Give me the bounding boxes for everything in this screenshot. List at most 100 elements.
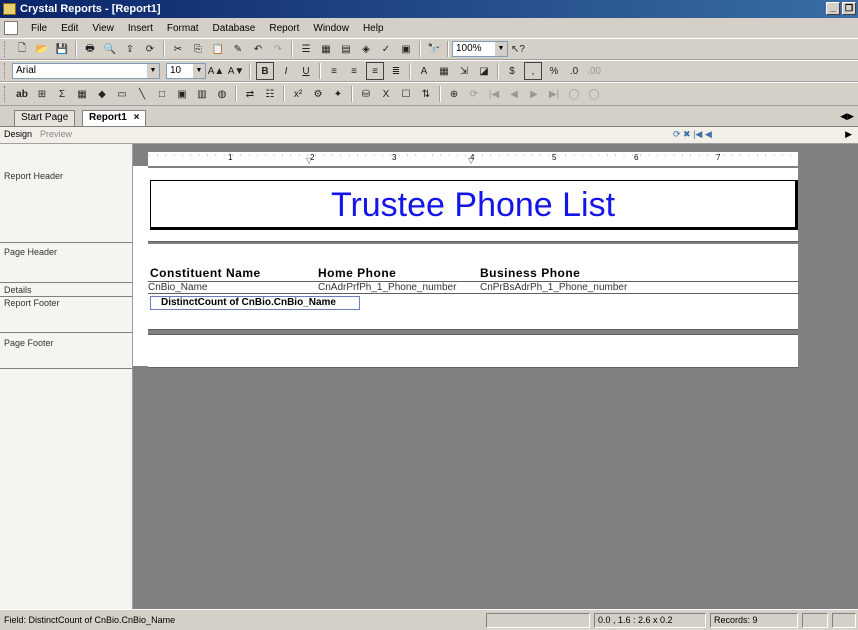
- cut-icon[interactable]: ✂: [170, 41, 186, 57]
- dependency-checker-icon[interactable]: ✓: [378, 41, 394, 57]
- previous-page-icon[interactable]: ◀: [506, 86, 522, 102]
- menu-report[interactable]: Report: [262, 23, 306, 34]
- chevron-down-icon[interactable]: ▼: [193, 64, 205, 78]
- vertical-ruler[interactable]: [133, 166, 148, 366]
- tab-start-page[interactable]: Start Page: [14, 110, 76, 126]
- format-painter-icon[interactable]: ✎: [230, 41, 246, 57]
- database-expert-icon[interactable]: ⛁: [358, 86, 374, 102]
- guide-marker-icon[interactable]: ▽: [306, 156, 312, 165]
- document-icon[interactable]: [4, 21, 18, 35]
- bold-icon[interactable]: B: [256, 62, 274, 80]
- restore-button[interactable]: ❐: [842, 2, 856, 15]
- insert-box-icon[interactable]: □: [154, 86, 170, 102]
- border-icon[interactable]: ▦: [436, 63, 452, 79]
- detail-field-home-phone[interactable]: CnAdrPrfPh_1_Phone_number: [318, 282, 456, 293]
- increase-font-icon[interactable]: A▲: [208, 63, 225, 79]
- insert-chart-icon[interactable]: ▥: [194, 86, 210, 102]
- page-header-section[interactable]: Constituent Name Home Phone Business Pho…: [148, 244, 798, 282]
- field-explorer-icon[interactable]: ▦: [318, 41, 334, 57]
- tab-report1[interactable]: Report1 ×: [82, 110, 147, 126]
- details-section[interactable]: CnBio_Name CnAdrPrfPh_1_Phone_number CnP…: [148, 282, 798, 294]
- insert-crosstab-icon[interactable]: ▦: [74, 86, 90, 102]
- print-preview-icon[interactable]: 🔍: [102, 41, 118, 57]
- suppress-icon[interactable]: ◪: [476, 63, 492, 79]
- percent-icon[interactable]: %: [546, 63, 562, 79]
- repository-icon[interactable]: ◈: [358, 41, 374, 57]
- find-icon[interactable]: 🔭: [426, 41, 442, 57]
- page-footer-section[interactable]: [148, 334, 798, 368]
- group-tree-icon[interactable]: ☰: [298, 41, 314, 57]
- template-expert-icon[interactable]: ⚙: [310, 86, 326, 102]
- insert-map-icon[interactable]: ◍: [214, 86, 230, 102]
- page-nav-icon[interactable]: ⟳ ✖ |◀ ◀: [673, 129, 712, 140]
- toolbar-grip[interactable]: [4, 86, 8, 102]
- redo-icon[interactable]: ↷: [270, 41, 286, 57]
- menu-edit[interactable]: Edit: [54, 23, 85, 34]
- align-right-icon[interactable]: ≡: [366, 62, 384, 80]
- save-icon[interactable]: 💾: [54, 41, 70, 57]
- tab-preview[interactable]: Preview: [40, 129, 72, 139]
- select-expert-icon[interactable]: ⇄: [242, 86, 258, 102]
- font-size-combo[interactable]: 10 ▼: [166, 63, 206, 79]
- increase-decimals-icon[interactable]: .0: [566, 63, 582, 79]
- insert-group-icon[interactable]: ⊞: [34, 86, 50, 102]
- insert-picture-icon[interactable]: ▣: [174, 86, 190, 102]
- thousands-separator-icon[interactable]: ,: [524, 62, 542, 80]
- toolbar-grip[interactable]: [4, 63, 8, 79]
- lock-format-icon[interactable]: ⇲: [456, 63, 472, 79]
- crystal-reports-app-icon[interactable]: [3, 3, 16, 15]
- print-icon[interactable]: 🖶: [82, 41, 98, 57]
- new-icon[interactable]: 🗋: [14, 41, 30, 57]
- horizontal-ruler[interactable]: ········································…: [148, 152, 798, 166]
- detail-field-business-phone[interactable]: CnPrBsAdrPh_1_Phone_number: [480, 282, 627, 293]
- undo-icon[interactable]: ↶: [250, 41, 266, 57]
- insert-text-object-icon[interactable]: ab: [14, 86, 30, 102]
- chevron-down-icon[interactable]: ▼: [495, 42, 507, 56]
- workbench-icon[interactable]: ▣: [398, 41, 414, 57]
- toolbar-grip[interactable]: [4, 41, 8, 57]
- menu-help[interactable]: Help: [356, 23, 391, 34]
- menu-database[interactable]: Database: [206, 23, 263, 34]
- menu-view[interactable]: View: [85, 23, 121, 34]
- font-name-combo[interactable]: Arial ▼: [12, 63, 160, 79]
- section-label-report-header[interactable]: Report Header: [4, 171, 63, 181]
- column-header-constituent-name[interactable]: Constituent Name: [150, 266, 261, 280]
- help-icon[interactable]: ↖?: [510, 41, 526, 57]
- chevron-down-icon[interactable]: ▼: [147, 64, 159, 78]
- menu-window[interactable]: Window: [306, 23, 356, 34]
- report-options-icon[interactable]: ☐: [398, 86, 414, 102]
- menu-file[interactable]: File: [24, 23, 54, 34]
- column-header-business-phone[interactable]: Business Phone: [480, 266, 580, 280]
- close-icon[interactable]: ×: [134, 112, 140, 123]
- report-header-section[interactable]: Trustee Phone List: [148, 168, 798, 242]
- selected-summary-field[interactable]: DistinctCount of CnBio.CnBio_Name: [150, 296, 360, 310]
- minimize-button[interactable]: _: [826, 2, 840, 15]
- align-center-icon[interactable]: ≡: [346, 63, 362, 79]
- decrease-font-icon[interactable]: A▼: [228, 63, 245, 79]
- scroll-right-icon[interactable]: ▶: [845, 129, 852, 140]
- section-label-page-header[interactable]: Page Header: [4, 247, 57, 257]
- align-left-icon[interactable]: ≡: [326, 63, 342, 79]
- insert-summary-icon[interactable]: Σ: [54, 86, 70, 102]
- export-icon[interactable]: ⇪: [122, 41, 138, 57]
- menu-insert[interactable]: Insert: [121, 23, 160, 34]
- xml-icon[interactable]: X: [378, 86, 394, 102]
- copy-icon[interactable]: ⎘: [190, 41, 206, 57]
- insert-line-icon[interactable]: ╲: [134, 86, 150, 102]
- zoom-combo[interactable]: 100% ▼: [452, 41, 508, 57]
- first-page-icon[interactable]: |◀: [486, 86, 502, 102]
- underline-icon[interactable]: U: [298, 63, 314, 79]
- tab-design[interactable]: Design: [4, 129, 32, 139]
- report-title[interactable]: Trustee Phone List: [148, 186, 798, 225]
- section-label-page-footer[interactable]: Page Footer: [4, 338, 54, 348]
- report-explorer-icon[interactable]: ▤: [338, 41, 354, 57]
- insert-olap-icon[interactable]: ◆: [94, 86, 110, 102]
- menu-format[interactable]: Format: [160, 23, 206, 34]
- insert-subreport-icon[interactable]: ▭: [114, 86, 130, 102]
- open-icon[interactable]: 📂: [34, 41, 50, 57]
- column-header-home-phone[interactable]: Home Phone: [318, 266, 396, 280]
- field-explorer-toggle-icon[interactable]: ⊕: [446, 86, 462, 102]
- font-color-icon[interactable]: A: [416, 63, 432, 79]
- highlighting-expert-icon[interactable]: ✦: [330, 86, 346, 102]
- formula-workshop-icon[interactable]: x²: [290, 86, 306, 102]
